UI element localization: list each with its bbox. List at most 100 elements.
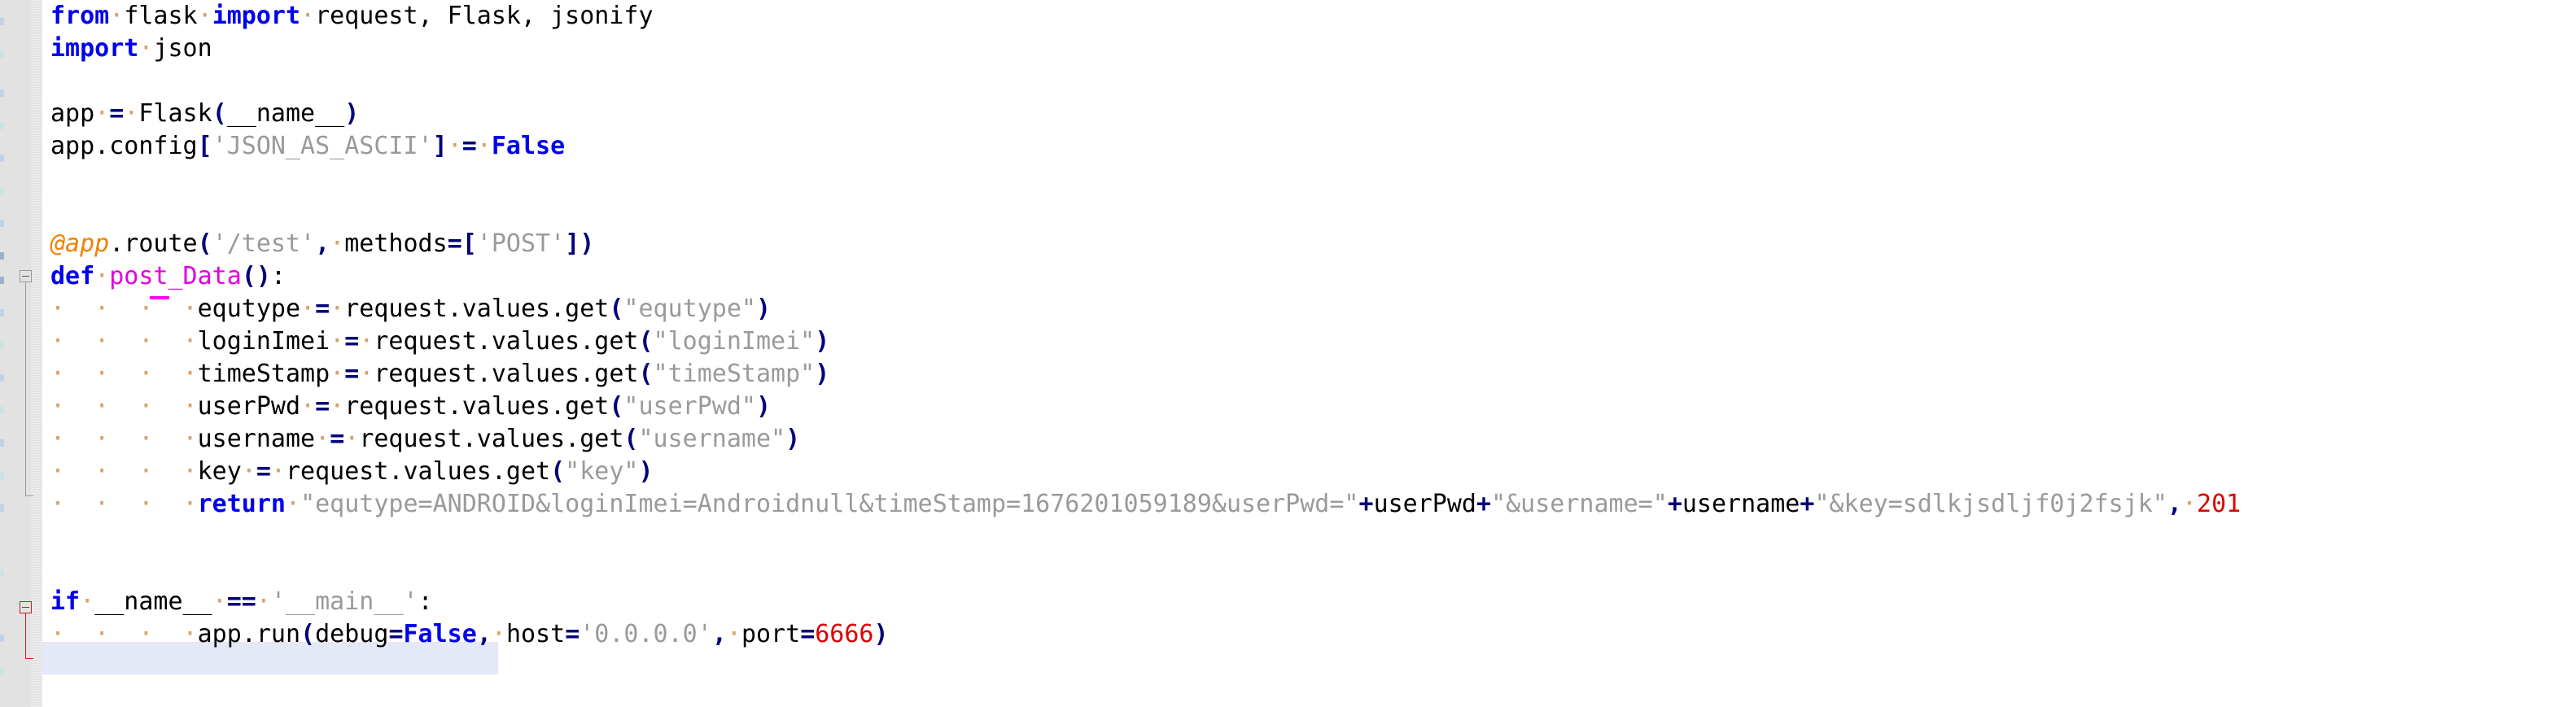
code-line[interactable]: def·post_Data(): <box>50 260 2576 293</box>
whitespace-dot: · <box>315 425 330 453</box>
token-string-json-as-ascii: 'JSON_AS_ASCII' <box>212 132 433 160</box>
fold-marker-if-main[interactable] <box>20 601 32 613</box>
token-operator-assign: = <box>344 360 360 388</box>
whitespace-dot: · <box>286 490 301 518</box>
indent-dots: · · · · <box>50 620 198 648</box>
token-paren-close: ) <box>873 620 889 648</box>
token-paren-open: ( <box>609 295 624 323</box>
whitespace-dot: · <box>300 2 316 30</box>
token-keyword-false: False <box>491 132 566 160</box>
fold-guide-end-if-main <box>25 658 33 659</box>
code-line-blank[interactable] <box>50 195 2576 228</box>
code-line[interactable]: from·flask·import·request, Flask, jsonif… <box>50 0 2576 33</box>
whitespace-dot: · <box>476 132 492 160</box>
token-var-key: key <box>197 457 242 486</box>
token-keyword-if: if <box>50 587 81 616</box>
whitespace-dot: · <box>359 327 374 356</box>
token-bracket-open: [ <box>461 229 477 258</box>
code-line[interactable]: · · · ·key·=·request.values.get("key") <box>50 456 2576 488</box>
token-string-query-part3: "&key=sdlkjsdljf0j2fsjk" <box>1814 490 2167 518</box>
token-kwarg-host: host <box>505 620 566 648</box>
code-line-return[interactable]: · · · ·return·"equtype=ANDROID&loginImei… <box>50 488 2576 521</box>
token-comma: , <box>476 620 492 648</box>
token-var-app: app <box>50 99 95 128</box>
fold-guide-def-post-data <box>25 282 26 495</box>
whitespace-dot: · <box>447 132 462 160</box>
token-operator-concat: + <box>1358 490 1374 518</box>
folding-gutter[interactable] <box>10 0 42 707</box>
code-line[interactable]: · · · ·loginImei·=·request.values.get("l… <box>50 325 2576 358</box>
token-paren-open: ( <box>638 360 654 388</box>
token-keyword-from: from <box>50 2 110 30</box>
token-string-main: '__main__' <box>270 587 418 616</box>
annotation-mark <box>0 374 4 382</box>
annotation-mark <box>0 252 4 260</box>
fold-marker-def-post-data[interactable] <box>20 270 32 282</box>
code-line-blank[interactable] <box>50 65 2576 98</box>
code-line-blank[interactable] <box>50 163 2576 195</box>
annotation-mark <box>0 667 4 674</box>
token-paren-open: ( <box>300 620 316 648</box>
token-paren-close: ) <box>344 99 360 128</box>
indent-dots: · · · · <box>50 490 198 518</box>
token-var-userpwd-ref: userPwd <box>1373 490 1476 518</box>
token-operator-concat: + <box>1476 490 1492 518</box>
whitespace-dot: · <box>330 229 345 258</box>
token-request-values-get: request.values.get <box>344 295 610 323</box>
code-line[interactable]: · · · ·timeStamp·=·request.values.get("t… <box>50 358 2576 391</box>
token-operator-assign: = <box>109 99 125 128</box>
code-line[interactable]: app.config['JSON_AS_ASCII']·=·False <box>50 130 2576 163</box>
token-var-username-ref: username <box>1682 490 1800 518</box>
token-paren-close: ) <box>755 295 772 323</box>
token-colon: : <box>270 262 286 290</box>
token-parens-empty: () <box>241 262 271 290</box>
token-paren-open: ( <box>623 425 639 453</box>
token-request-values-get: request.values.get <box>286 457 551 486</box>
token-var-timestamp: timeStamp <box>197 360 330 388</box>
annotation-mark <box>0 309 4 316</box>
code-surface[interactable]: from·flask·import·request, Flask, jsonif… <box>42 0 2576 707</box>
token-dunder-name: __name__ <box>94 587 212 616</box>
fold-guide-end-def-post-data <box>25 495 33 496</box>
token-operator-assign: = <box>330 425 345 453</box>
token-operator-assign: = <box>315 295 330 323</box>
token-paren-close: ) <box>785 425 801 453</box>
code-line-app-run[interactable]: · · · ·app.run(debug=False,·host='0.0.0.… <box>50 618 2576 651</box>
token-keyword-false: False <box>403 620 477 648</box>
code-line[interactable]: · · · ·equtype·=·request.values.get("equ… <box>50 293 2576 325</box>
whitespace-dot: · <box>212 587 227 616</box>
code-line[interactable]: · · · ·userPwd·=·request.values.get("use… <box>50 391 2576 423</box>
code-line[interactable]: app·=·Flask(__name__) <box>50 98 2576 130</box>
annotation-mark <box>0 407 4 414</box>
token-string-query-part1: "equtype=ANDROID&loginImei=Androidnull&t… <box>300 490 1359 518</box>
token-comma: , <box>2167 490 2182 518</box>
token-module-flask: flask <box>124 2 198 30</box>
token-paren-close: ) <box>815 327 830 356</box>
whitespace-dot: · <box>270 457 286 486</box>
annotation-mark <box>0 570 4 577</box>
code-line-list: from·flask·import·request, Flask, jsonif… <box>42 0 2576 651</box>
token-string-key: "username" <box>638 425 786 453</box>
code-line-main-guard[interactable]: if·__name__·==·'__main__': <box>50 586 2576 618</box>
token-operator-assign: = <box>447 229 462 258</box>
code-line[interactable]: @app.route('/test',·methods=['POST']) <box>50 228 2576 260</box>
code-editor[interactable]: from·flask·import·request, Flask, jsonif… <box>0 0 2576 707</box>
annotation-mark <box>0 187 4 194</box>
gutter-stripe <box>31 0 42 707</box>
token-function-name-post-data: post_Data <box>109 262 242 290</box>
token-paren-open: ( <box>197 229 212 258</box>
annotation-strip[interactable] <box>0 0 10 707</box>
annotation-mark <box>0 155 4 162</box>
whitespace-dot: · <box>109 2 125 30</box>
annotation-mark <box>0 635 4 642</box>
token-colon: : <box>418 587 433 616</box>
whitespace-dot: · <box>197 2 212 30</box>
code-line[interactable]: · · · ·username·=·request.values.get("us… <box>50 423 2576 456</box>
code-line-blank[interactable] <box>50 553 2576 586</box>
code-line-blank[interactable] <box>50 521 2576 553</box>
whitespace-dot: · <box>138 34 154 63</box>
code-line[interactable]: import·json <box>50 33 2576 65</box>
token-string-post: 'POST' <box>476 229 566 258</box>
indent-dots: · · · · <box>50 457 198 486</box>
token-kwarg-port: port <box>741 620 801 648</box>
